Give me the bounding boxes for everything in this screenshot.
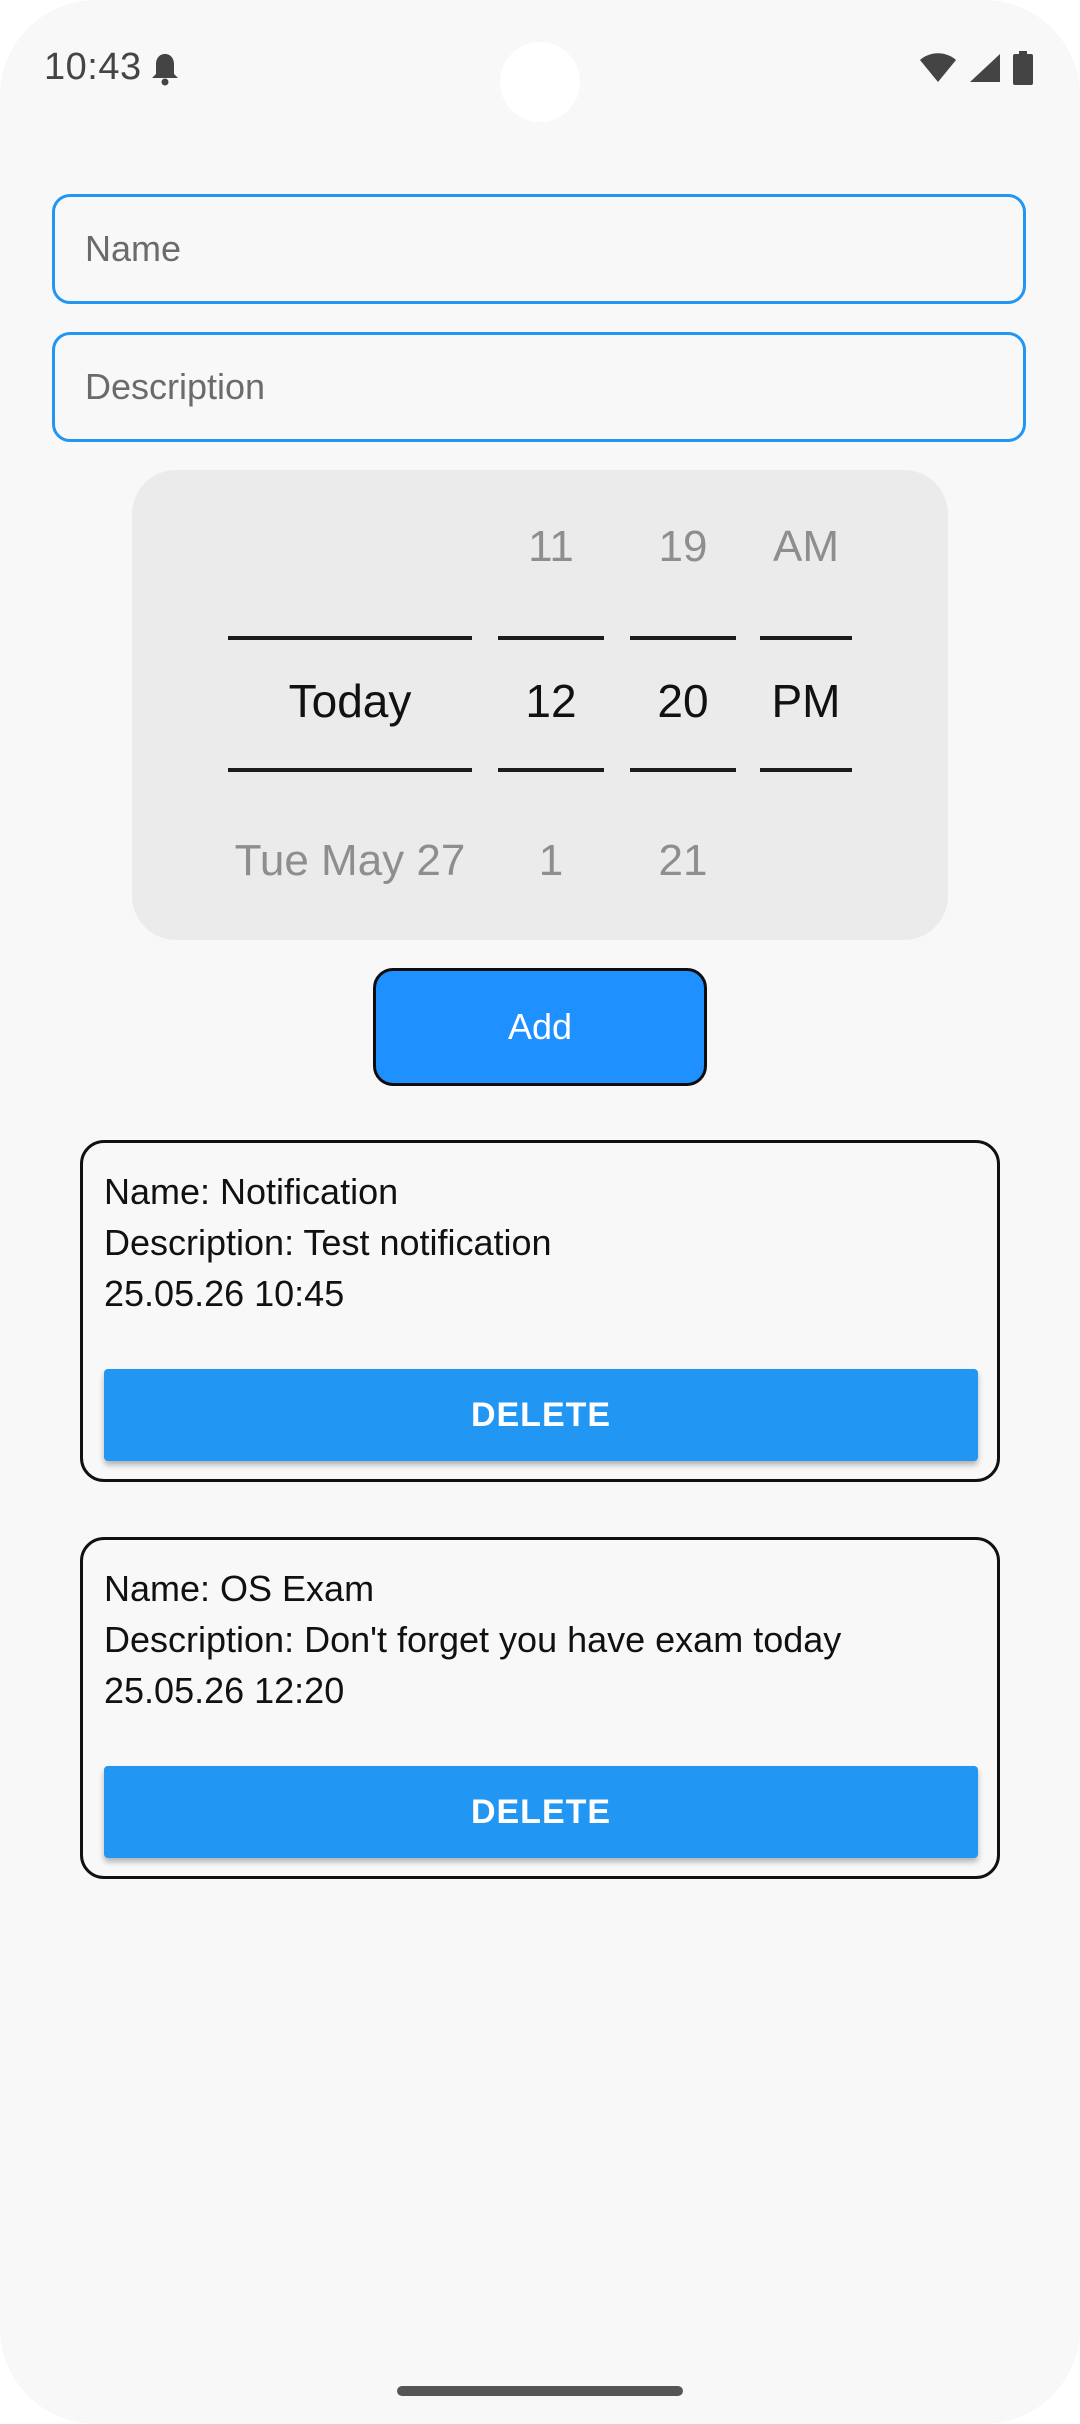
notification-description: Description: Test notification (104, 1222, 552, 1263)
home-indicator[interactable] (397, 2386, 683, 2396)
selection-divider (228, 636, 472, 640)
minute-option-selected[interactable]: 20 (630, 674, 736, 728)
selection-divider (630, 636, 736, 640)
minute-wheel[interactable]: 19 20 21 (630, 470, 736, 940)
day-wheel[interactable]: Today Tue May 27 (228, 470, 472, 940)
ampm-wheel[interactable]: AM PM (760, 470, 852, 940)
notification-name: Name: Notification (104, 1171, 399, 1212)
signal-icon (968, 52, 1002, 89)
ampm-option-above[interactable]: AM (760, 522, 852, 572)
datetime-picker[interactable]: Today Tue May 27 11 12 1 19 20 21 AM PM (132, 470, 948, 940)
wifi-icon (918, 52, 958, 89)
bell-icon (150, 52, 180, 86)
status-time: 10:43 (44, 46, 142, 88)
day-option-below[interactable]: Tue May 27 (228, 836, 472, 886)
minute-option-below[interactable]: 21 (630, 836, 736, 886)
selection-divider (760, 768, 852, 772)
selection-divider (498, 768, 604, 772)
notification-card: Name: Notification Description: Test not… (80, 1140, 1000, 1482)
notification-datetime: 25.05.26 12:20 (104, 1670, 345, 1711)
hour-option-selected[interactable]: 12 (498, 674, 604, 728)
name-field[interactable] (52, 194, 1026, 304)
description-field[interactable] (52, 332, 1026, 442)
selection-divider (630, 768, 736, 772)
add-button[interactable]: Add (373, 968, 707, 1086)
day-option-selected[interactable]: Today (228, 674, 472, 728)
camera-cutout (500, 42, 580, 122)
hour-option-above[interactable]: 11 (498, 522, 604, 572)
minute-option-above[interactable]: 19 (630, 522, 736, 572)
notification-description: Description: Don't forget you have exam … (104, 1619, 842, 1660)
hour-wheel[interactable]: 11 12 1 (498, 470, 604, 940)
hour-option-below[interactable]: 1 (498, 836, 604, 886)
status-bar: 10:43 (0, 0, 1080, 140)
delete-button[interactable]: DELETE (104, 1369, 978, 1461)
delete-button[interactable]: DELETE (104, 1766, 978, 1858)
selection-divider (760, 636, 852, 640)
battery-icon (1012, 50, 1034, 90)
notification-card: Name: OS Exam Description: Don't forget … (80, 1537, 1000, 1879)
selection-divider (228, 768, 472, 772)
status-icons (918, 50, 1034, 90)
selection-divider (498, 636, 604, 640)
app-screen: 10:43 Name Description Today Tue May 27 … (0, 0, 1080, 2424)
ampm-option-selected[interactable]: PM (760, 674, 852, 728)
notification-datetime: 25.05.26 10:45 (104, 1273, 345, 1314)
notification-name: Name: OS Exam (104, 1568, 375, 1609)
